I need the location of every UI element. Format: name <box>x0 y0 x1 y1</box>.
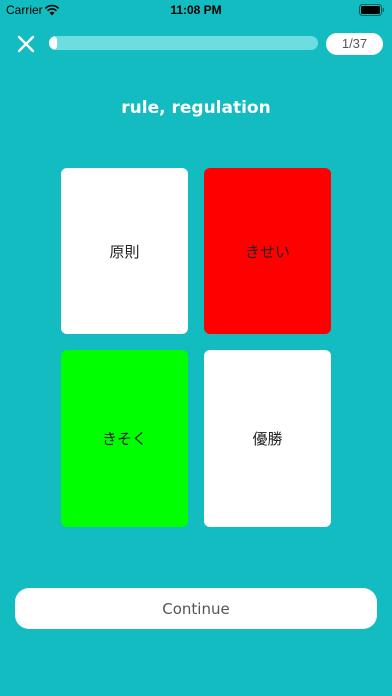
status-bar: Carrier 11:08 PM <box>0 0 392 22</box>
continue-button[interactable]: Continue <box>15 588 377 629</box>
answer-card[interactable]: きせい <box>204 168 331 334</box>
answer-card[interactable]: 原則 <box>61 168 188 334</box>
progress-fill <box>49 36 57 50</box>
answer-card[interactable]: 優勝 <box>204 350 331 527</box>
answer-card-label: 優勝 <box>252 430 283 448</box>
close-button[interactable] <box>12 30 40 58</box>
question-counter: 1/37 <box>326 33 383 55</box>
clock: 11:08 PM <box>170 3 222 17</box>
answer-card-label: 原則 <box>109 242 140 261</box>
answer-card-label: きそく <box>101 430 147 448</box>
progress-bar <box>49 36 318 50</box>
prompt-text: rule, regulation <box>121 98 271 118</box>
battery-icon <box>359 4 384 16</box>
quiz-screen: Carrier 11:08 PM 1/37 rule, regulation 原… <box>0 0 392 696</box>
answer-card-label: きせい <box>244 242 290 261</box>
answer-card[interactable]: きそく <box>61 350 188 527</box>
close-icon <box>17 35 35 53</box>
